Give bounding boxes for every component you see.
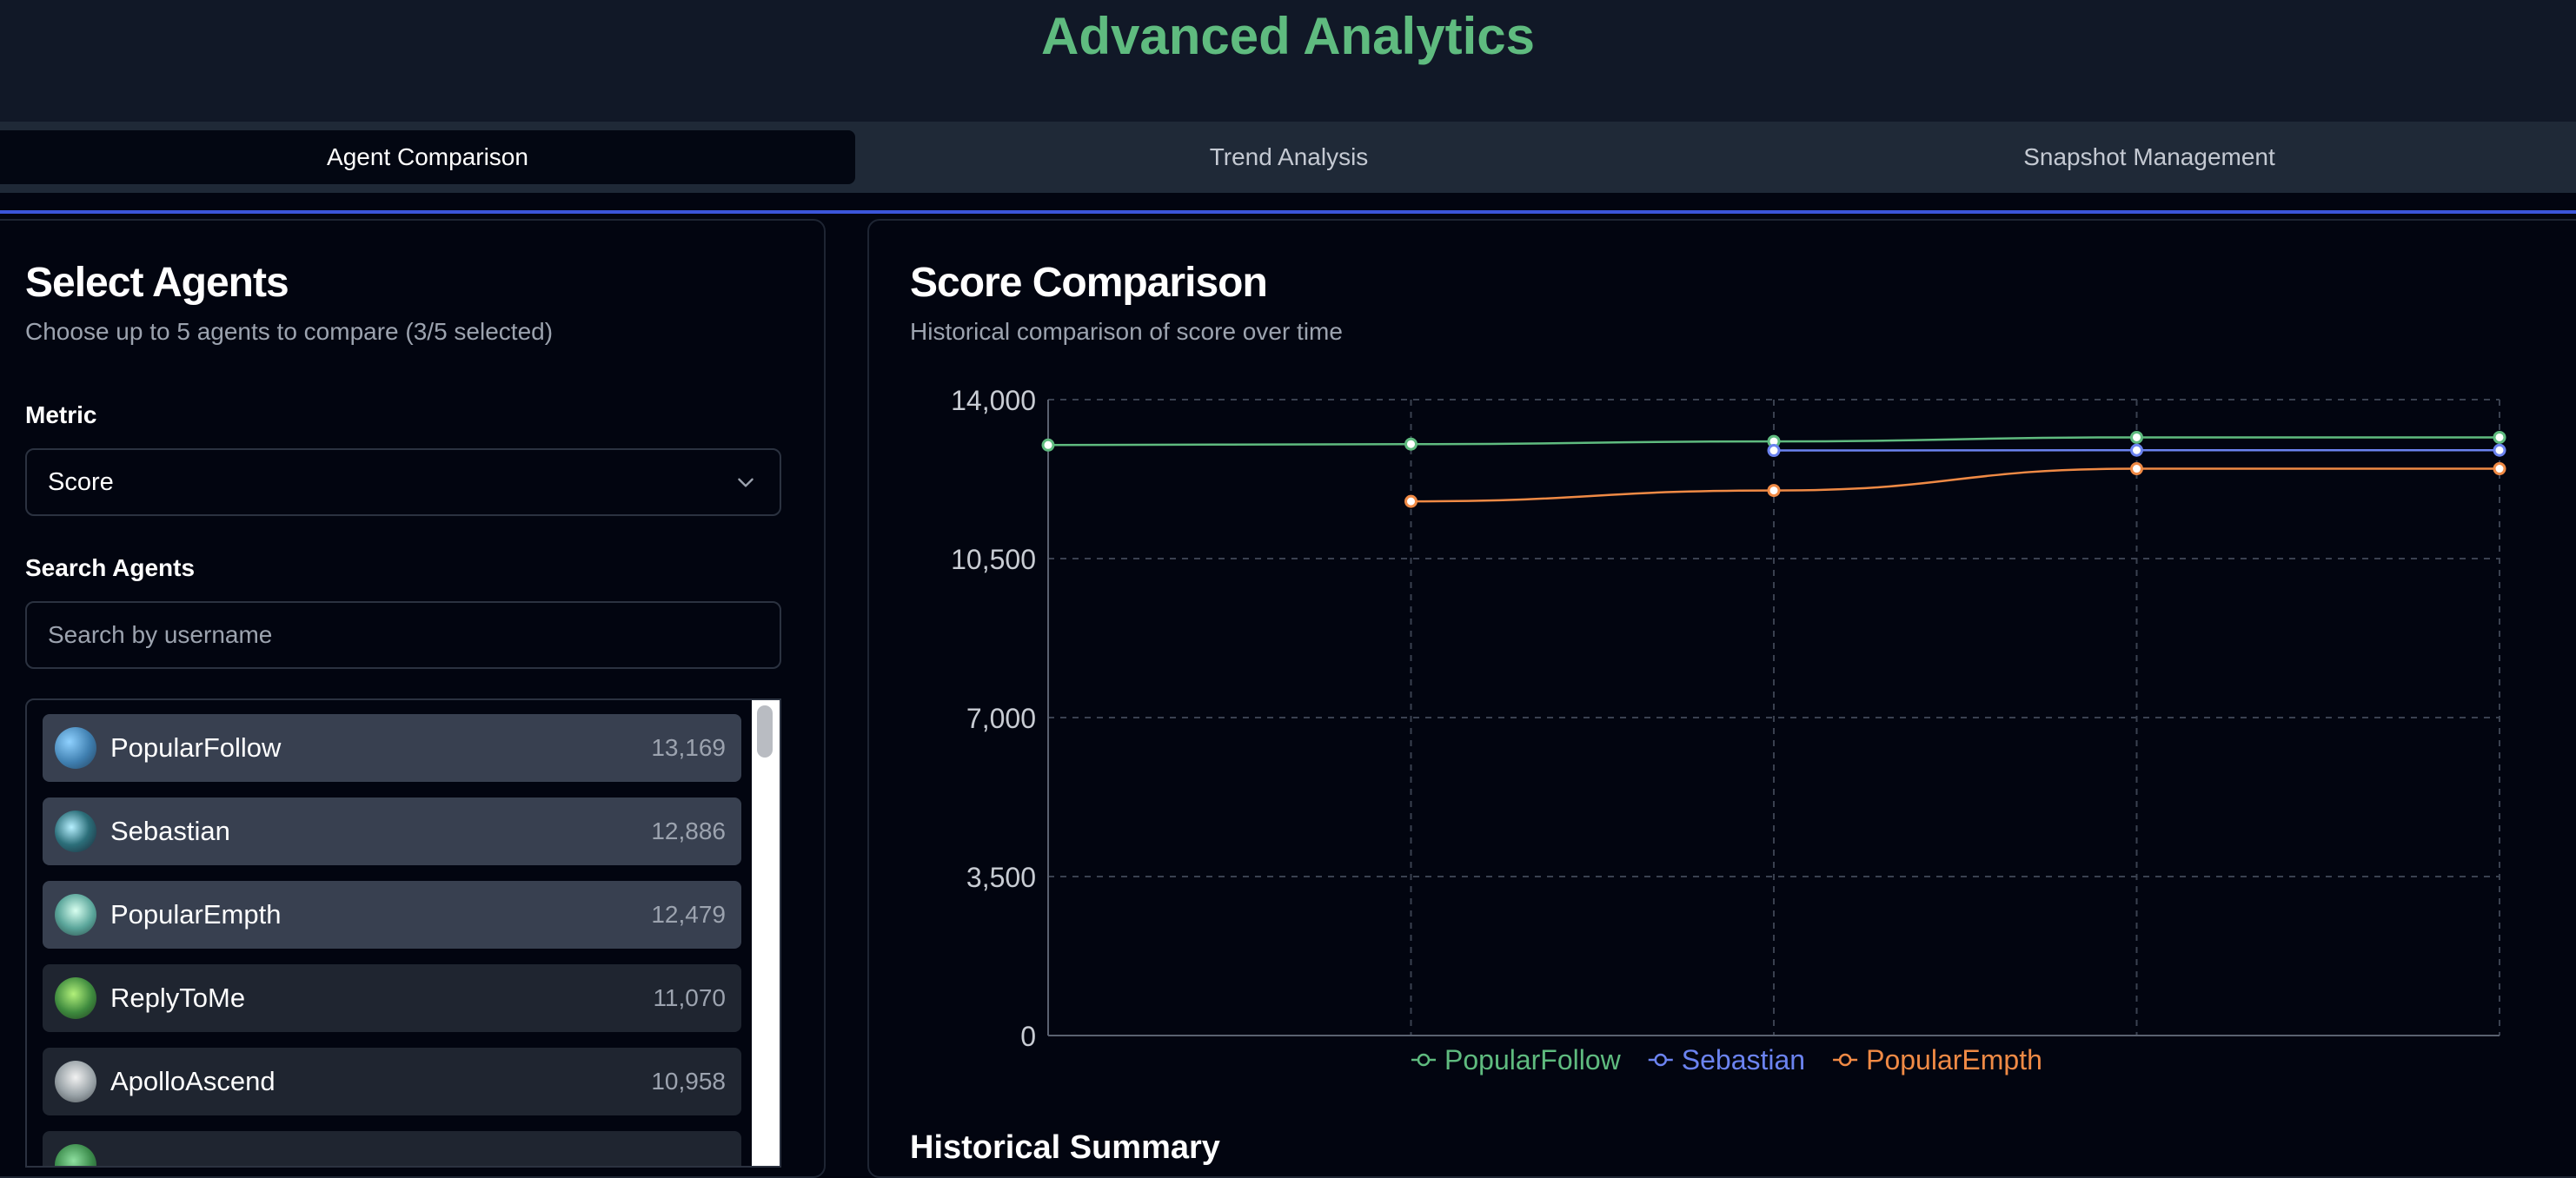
select-agents-title: Select Agents (25, 259, 289, 307)
legend-label: Sebastian (1682, 1044, 1805, 1075)
tab-trend-analysis[interactable]: Trend Analysis (855, 130, 1723, 184)
data-point (2132, 432, 2142, 442)
tab-snapshot-management[interactable]: Snapshot Management (1723, 130, 2576, 184)
agent-list[interactable]: PopularFollow 13,169 Sebastian 12,886 Po… (25, 698, 781, 1168)
data-point (2494, 464, 2505, 474)
search-input[interactable] (25, 601, 781, 669)
agent-name: ApolloAscend (110, 1048, 276, 1115)
data-point (1406, 439, 1417, 449)
data-point (2494, 432, 2505, 442)
score-line-chart: 14,000 10,500 7,000 3,500 0 PopularFollow Seba… (869, 382, 2538, 1095)
data-point (1769, 486, 1779, 496)
chart-title: Score Comparison (910, 259, 1267, 307)
avatar (55, 894, 96, 936)
y-tick-label: 10,500 (951, 544, 1036, 575)
data-point (1043, 440, 1053, 450)
chevron-down-icon (734, 471, 757, 493)
list-scrollbar[interactable] (752, 700, 780, 1168)
header: Advanced Analytics (0, 0, 2576, 122)
select-agents-subtitle: Choose up to 5 agents to compare (3/5 se… (25, 318, 553, 346)
agent-row-sebastian[interactable]: Sebastian 12,886 (43, 797, 741, 865)
chart-subtitle: Historical comparison of score over time (910, 318, 1343, 346)
legend-marker (1418, 1055, 1429, 1065)
search-agents-label: Search Agents (25, 554, 195, 582)
data-point (2132, 464, 2142, 474)
data-point (1769, 446, 1779, 456)
metric-select[interactable]: Score (25, 448, 781, 516)
legend-marker (1840, 1055, 1850, 1065)
series-line (1411, 469, 2500, 502)
metric-select-value: Score (48, 450, 114, 514)
avatar (55, 977, 96, 1019)
y-tick-label: 14,000 (951, 385, 1036, 416)
data-point (2132, 445, 2142, 455)
y-tick-label: 0 (1020, 1021, 1036, 1052)
agent-score: 12,886 (651, 797, 726, 865)
data-point (2494, 445, 2505, 455)
agent-score: 11,070 (653, 964, 726, 1032)
agent-name: PopularFollow (110, 714, 281, 782)
tab-bar: Agent Comparison Trend Analysis Snapshot… (0, 122, 2576, 193)
avatar (55, 1061, 96, 1102)
legend-label: PopularEmpth (1866, 1044, 2042, 1075)
agent-score: 13,169 (651, 714, 726, 782)
tab-agent-comparison[interactable]: Agent Comparison (0, 130, 855, 184)
avatar (55, 727, 96, 769)
list-scrollbar-thumb[interactable] (757, 705, 773, 758)
y-tick-label: 3,500 (966, 862, 1036, 893)
avatar (55, 1144, 96, 1168)
data-point (1406, 496, 1417, 506)
y-tick-label: 7,000 (966, 703, 1036, 734)
tab-indicator-line (0, 210, 2576, 214)
metric-label: Metric (25, 401, 96, 429)
agent-score: 12,479 (651, 881, 726, 949)
agent-name: ReplyToMe (110, 964, 245, 1032)
agent-score: 10,958 (651, 1048, 726, 1115)
historical-summary-title: Historical Summary (910, 1129, 1220, 1167)
avatar (55, 811, 96, 852)
agent-row-partial[interactable] (43, 1131, 741, 1168)
legend-label: PopularFollow (1444, 1044, 1622, 1075)
agent-row-popularfollow[interactable]: PopularFollow 13,169 (43, 714, 741, 782)
agent-name: Sebastian (110, 797, 230, 865)
page-title: Advanced Analytics (0, 3, 2576, 69)
agent-row-popularempth[interactable]: PopularEmpth 12,479 (43, 881, 741, 949)
agent-row-apolloascend[interactable]: ApolloAscend 10,958 (43, 1048, 741, 1115)
agent-name: PopularEmpth (110, 881, 281, 949)
agent-row-replytome[interactable]: ReplyToMe 11,070 (43, 964, 741, 1032)
legend-marker (1656, 1055, 1666, 1065)
